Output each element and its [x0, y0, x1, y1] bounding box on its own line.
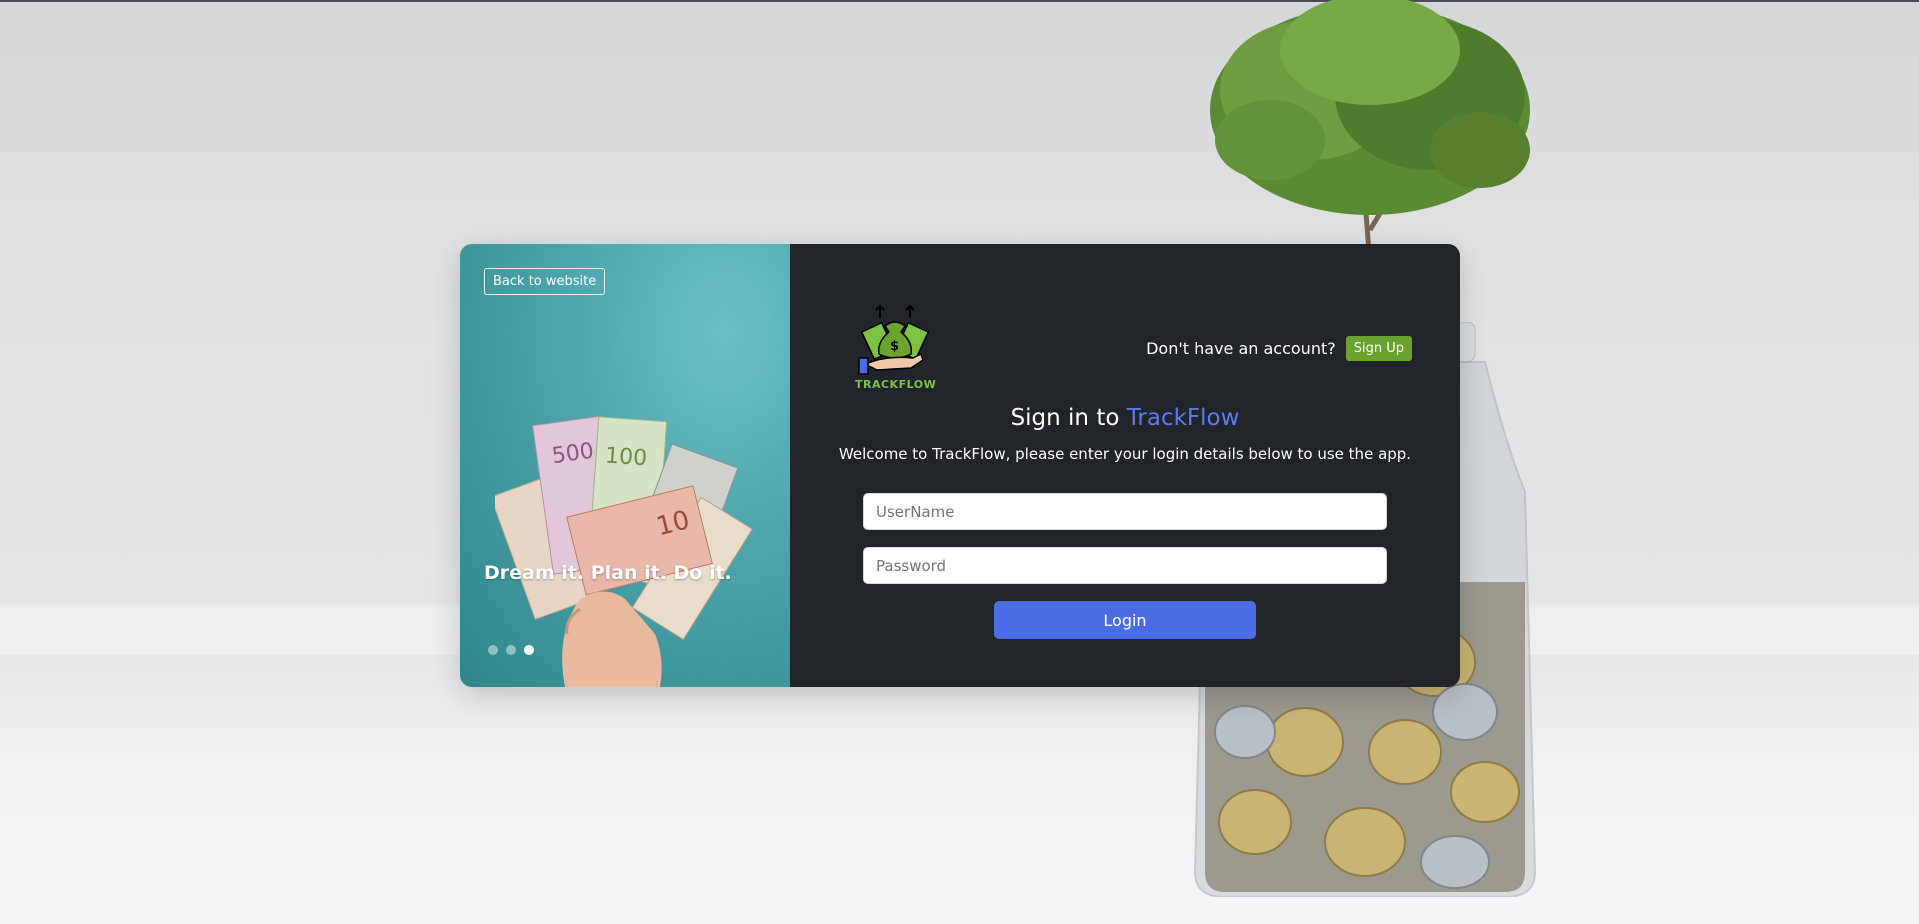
tree-image — [1210, 0, 1530, 265]
welcome-message: Welcome to TrackFlow, please enter your … — [838, 445, 1412, 463]
svg-text:$: $ — [890, 339, 899, 354]
title-prefix: Sign in to — [1010, 405, 1127, 431]
login-card: Back to website 500 100 10 Dream it. Pla… — [460, 244, 1460, 687]
login-button[interactable]: Login — [994, 601, 1256, 639]
sign-up-button[interactable]: Sign Up — [1345, 336, 1412, 361]
carousel-dot-3[interactable] — [524, 645, 534, 655]
password-input[interactable] — [863, 547, 1387, 584]
hero-carousel: Back to website 500 100 10 Dream it. Pla… — [460, 244, 790, 687]
signup-prompt: Don't have an account? Sign Up — [1146, 336, 1412, 361]
back-to-website-button[interactable]: Back to website — [484, 268, 606, 295]
page-title: Sign in to TrackFlow — [790, 405, 1460, 431]
carousel-dot-2[interactable] — [506, 645, 516, 655]
logo-wordmark: TRACKFLOW — [855, 378, 937, 391]
carousel-dot-1[interactable] — [488, 645, 498, 655]
username-input[interactable] — [863, 493, 1387, 530]
banknotes-hand-image: 500 100 10 — [495, 415, 753, 687]
background-floor — [0, 655, 1919, 924]
carousel-indicators — [488, 645, 534, 655]
hero-caption: Dream it. Plan it. Do it. — [484, 562, 732, 584]
title-brand: TrackFlow — [1126, 405, 1240, 431]
money-bag-hand-icon: $ — [858, 304, 930, 375]
trackflow-logo: $ TRACKFLOW — [855, 304, 937, 391]
svg-text:100: 100 — [604, 443, 648, 471]
login-panel: $ TRACKFLOW Don't have an account? Sign … — [790, 244, 1460, 687]
account-question: Don't have an account? — [1146, 339, 1336, 358]
